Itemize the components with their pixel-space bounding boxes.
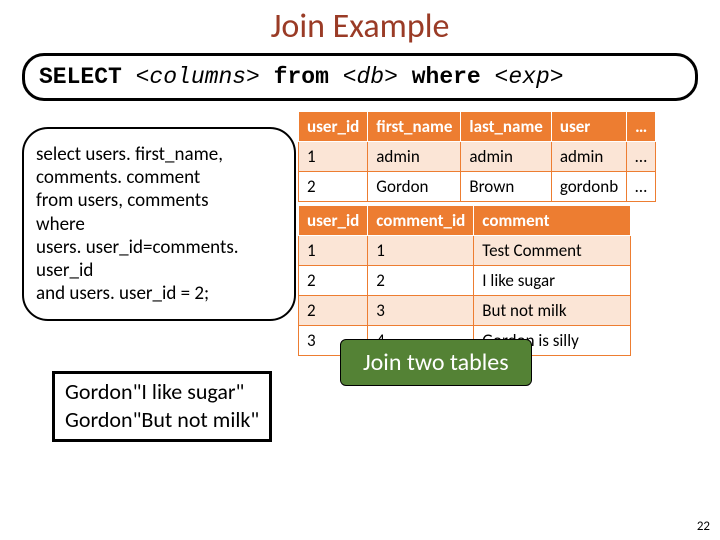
query-box: select users. first_name, comments. comm… — [22, 127, 296, 321]
table-row: 1 admin admin admin … — [299, 142, 656, 172]
query-line: from users, comments — [36, 189, 284, 212]
table-header-row: user_id first_name last_name user … — [299, 112, 656, 142]
callout-join: Join two tables — [340, 339, 532, 386]
table-row: 2 3 But not milk — [299, 296, 631, 326]
query-line: where — [36, 213, 284, 236]
cell: … — [627, 142, 656, 172]
users-table: user_id first_name last_name user … 1 ad… — [298, 111, 656, 202]
cell: 3 — [368, 296, 474, 326]
th-more: … — [627, 112, 656, 142]
sql-syntax-box: SELECT <columns> from <db> where <exp> — [22, 53, 698, 101]
result-line: Gordon"I like sugar" — [65, 378, 259, 406]
table-row: 2 2 I like sugar — [299, 266, 631, 296]
cell: 2 — [299, 296, 368, 326]
slide: Join Example SELECT <columns> from <db> … — [0, 0, 720, 540]
cell: 2 — [368, 266, 474, 296]
query-line: user_id — [36, 259, 284, 282]
th-last-name: last_name — [461, 112, 551, 142]
th-first-name: first_name — [368, 112, 461, 142]
cell: 1 — [299, 236, 368, 266]
query-line: and users. user_id = 2; — [36, 282, 284, 305]
sql-ph-db: <db> — [343, 64, 398, 90]
th-comment-id: comment_id — [368, 206, 474, 236]
table-row: 2 Gordon Brown gordonb … — [299, 172, 656, 202]
page-number: 22 — [697, 519, 710, 534]
query-line: comments. comment — [36, 166, 284, 189]
cell: But not milk — [474, 296, 631, 326]
cell: gordonb — [551, 172, 626, 202]
comments-table: user_id comment_id comment 1 1 Test Comm… — [298, 205, 631, 356]
cell: admin — [461, 142, 551, 172]
sql-ph-columns: <columns> — [136, 64, 260, 90]
cell: … — [627, 172, 656, 202]
th-user-id: user_id — [299, 112, 368, 142]
query-line: select users. first_name, — [36, 143, 284, 166]
query-line: users. user_id=comments. — [36, 236, 284, 259]
cell: I like sugar — [474, 266, 631, 296]
sql-kw-where: where — [398, 64, 495, 90]
th-user-id: user_id — [299, 206, 368, 236]
cell: 2 — [299, 266, 368, 296]
table-header-row: user_id comment_id comment — [299, 206, 631, 236]
cell: 2 — [299, 172, 368, 202]
result-box: Gordon"I like sugar" Gordon"But not milk… — [52, 371, 272, 442]
cell: Gordon — [368, 172, 461, 202]
result-line: Gordon"But not milk" — [65, 406, 259, 434]
cell: 1 — [299, 142, 368, 172]
slide-title: Join Example — [0, 0, 720, 47]
cell: 1 — [368, 236, 474, 266]
cell: Test Comment — [474, 236, 631, 266]
th-comment: comment — [474, 206, 631, 236]
cell: admin — [368, 142, 461, 172]
sql-kw-select: SELECT — [39, 64, 136, 90]
th-user: user — [551, 112, 626, 142]
table-row: 1 1 Test Comment — [299, 236, 631, 266]
sql-kw-from: from — [260, 64, 343, 90]
cell: admin — [551, 142, 626, 172]
cell: Brown — [461, 172, 551, 202]
sql-ph-exp: <exp> — [495, 64, 564, 90]
